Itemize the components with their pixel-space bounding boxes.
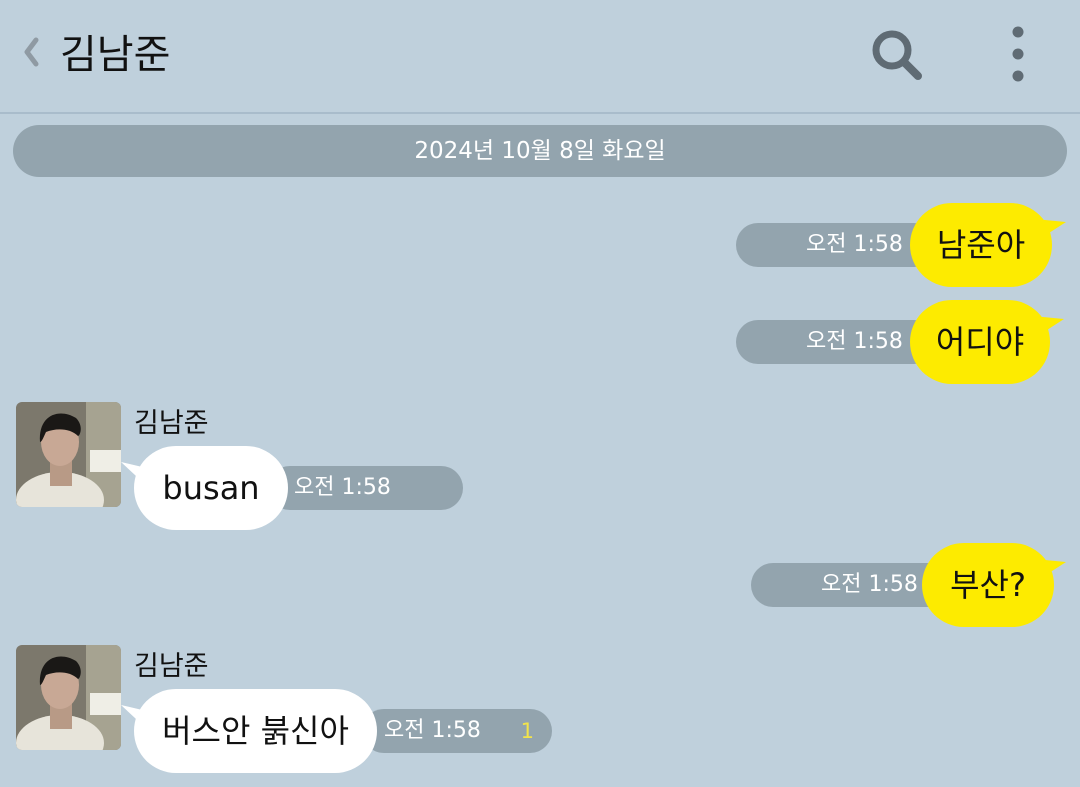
profile-photo — [16, 645, 121, 750]
message-time: 오전 1:58 — [736, 320, 936, 364]
message-text: 부산? — [950, 566, 1026, 604]
my-message-bubble[interactable]: 어디야 — [910, 300, 1050, 384]
avatar[interactable] — [16, 402, 121, 507]
message-text: 버스안 붉신아 — [162, 712, 349, 750]
chat-title: 김남준 — [60, 32, 171, 78]
their-message-bubble[interactable]: 버스안 붉신아 — [134, 689, 377, 773]
message-time: 오전 1:58 — [751, 563, 951, 607]
more-vertical-icon[interactable] — [1000, 24, 1036, 84]
search-icon[interactable] — [868, 26, 926, 84]
unread-count: 1 — [520, 719, 534, 743]
my-message-bubble[interactable]: 부산? — [922, 543, 1054, 627]
message-text: busan — [162, 469, 260, 507]
avatar[interactable] — [16, 645, 121, 750]
chat-header: 김남준 — [0, 0, 1080, 114]
my-message-bubble[interactable]: 남준아 — [910, 203, 1052, 287]
sender-name: 김남준 — [134, 408, 209, 439]
sender-name: 김남준 — [134, 651, 209, 682]
date-divider: 2024년 10월 8일 화요일 — [13, 125, 1067, 177]
message-time: 오전 1:58 — [268, 466, 463, 510]
message-text: 어디야 — [935, 323, 1025, 361]
profile-photo — [16, 402, 121, 507]
message-text: 남준아 — [936, 226, 1026, 264]
message-time-row: 오전 1:58 1 — [362, 709, 552, 753]
their-message-bubble[interactable]: busan — [134, 446, 288, 530]
chevron-left-icon[interactable] — [14, 30, 44, 74]
message-time: 오전 1:58 — [736, 223, 936, 267]
message-time: 오전 1:58 — [384, 718, 481, 743]
